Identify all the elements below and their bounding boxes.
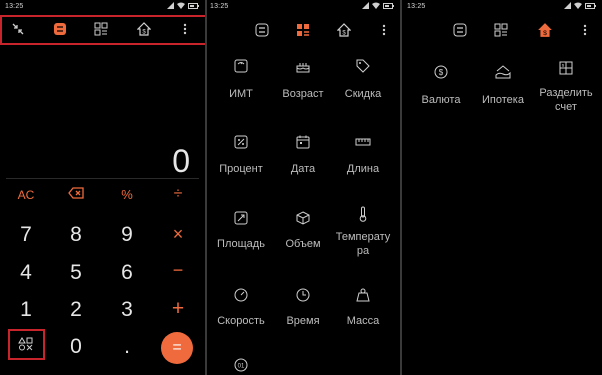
battery-icon xyxy=(383,2,394,9)
converter-label-date[interactable]: Дата xyxy=(273,163,333,175)
svg-text:$: $ xyxy=(543,30,547,37)
area-icon[interactable] xyxy=(231,208,251,228)
signal-icon xyxy=(564,2,571,9)
scientific-toggle-highlight xyxy=(8,329,45,360)
digit-3-button[interactable]: 3 xyxy=(107,299,147,320)
status-time: 13:25 xyxy=(407,3,426,10)
digit-0-button[interactable]: 0 xyxy=(56,336,96,357)
more-menu-icon[interactable] xyxy=(576,21,594,39)
thermometer-icon[interactable] xyxy=(353,204,373,224)
wifi-icon xyxy=(177,2,185,9)
currency-icon[interactable]: $ xyxy=(431,62,451,82)
converter-label-temperature[interactable]: Температу ра xyxy=(333,230,393,258)
signal-icon xyxy=(362,2,369,9)
display-value: 0 xyxy=(172,143,190,179)
converter-label-discount[interactable]: Скидка xyxy=(333,88,393,100)
wifi-icon xyxy=(574,2,582,9)
finance-label-mortgage[interactable]: Ипотека xyxy=(473,94,533,106)
converter-label-percent[interactable]: Процент xyxy=(211,163,271,175)
converter-label-time[interactable]: Время xyxy=(273,315,333,327)
tag-icon[interactable] xyxy=(353,56,373,76)
toolbar-highlight xyxy=(0,15,205,45)
percent-button[interactable]: % xyxy=(107,188,147,201)
multiply-button[interactable]: × xyxy=(158,225,198,243)
cake-icon[interactable] xyxy=(293,56,313,76)
status-icons xyxy=(167,2,199,9)
digit-1-button[interactable]: 1 xyxy=(6,299,46,320)
calendar-icon[interactable] xyxy=(293,132,313,152)
scale-icon[interactable] xyxy=(231,56,251,76)
digit-6-button[interactable]: 6 xyxy=(107,262,147,283)
ruler-icon[interactable] xyxy=(353,132,373,152)
display-divider xyxy=(6,178,199,179)
temperature-label-line2: ра xyxy=(356,245,370,257)
decimal-button[interactable]: . xyxy=(107,336,147,357)
converter-label-mass[interactable]: Масса xyxy=(333,315,393,327)
status-icons xyxy=(564,2,596,9)
digit-9-button[interactable]: 9 xyxy=(107,224,147,245)
converter-label-volume[interactable]: Объем xyxy=(273,238,333,250)
status-time: 13:25 xyxy=(210,3,229,10)
converter-mode-icon[interactable] xyxy=(492,21,510,39)
equals-button[interactable]: = xyxy=(161,332,193,364)
cube-icon[interactable] xyxy=(293,208,313,228)
divide-button[interactable]: ÷ xyxy=(158,186,198,202)
finance-label-currency[interactable]: Валюта xyxy=(411,94,471,106)
battery-icon xyxy=(585,2,596,9)
split-bill-icon[interactable]: $ xyxy=(556,58,576,78)
finance-label-split-bill[interactable]: Разделить счет xyxy=(536,86,596,114)
converter-mode-icon[interactable] xyxy=(294,21,312,39)
converter-label-bmi[interactable]: ИМТ xyxy=(211,88,271,100)
converter-label-age[interactable]: Возраст xyxy=(273,88,333,100)
svg-text:$: $ xyxy=(439,68,444,77)
backspace-button[interactable] xyxy=(56,187,96,203)
clock-icon[interactable] xyxy=(293,285,313,305)
minus-button[interactable]: − xyxy=(158,261,198,279)
clear-button[interactable]: AC xyxy=(6,189,46,201)
finance-mode-icon[interactable]: $ xyxy=(536,21,554,39)
digit-7-button[interactable]: 7 xyxy=(6,224,46,245)
signal-icon xyxy=(167,2,174,9)
equals-label: = xyxy=(172,339,182,356)
digit-5-button[interactable]: 5 xyxy=(56,262,96,283)
finance-mode-icon[interactable]: $ xyxy=(335,21,353,39)
speedometer-icon[interactable] xyxy=(231,285,251,305)
svg-text:$: $ xyxy=(562,63,565,68)
plus-button[interactable]: + xyxy=(158,298,198,319)
svg-text:01: 01 xyxy=(238,364,245,370)
backspace-icon xyxy=(68,187,84,199)
calculator-panel: 13:25 $ 0 AC % ÷ 7 8 9 × 4 5 6 − 1 2 3 + xyxy=(0,0,205,375)
weight-icon[interactable] xyxy=(353,285,373,305)
converter-label-area[interactable]: Площадь xyxy=(211,238,271,250)
split-bill-label-line2: счет xyxy=(555,101,577,113)
mortgage-icon[interactable] xyxy=(493,62,513,82)
status-time: 13:25 xyxy=(5,3,24,10)
more-menu-icon[interactable] xyxy=(375,21,393,39)
converter-label-speed[interactable]: Скорость xyxy=(211,315,271,327)
digit-8-button[interactable]: 8 xyxy=(56,224,96,245)
numeral-system-icon[interactable]: 01 xyxy=(231,355,251,375)
temperature-label-line1: Температу xyxy=(335,231,391,243)
split-bill-label-line1: Разделить xyxy=(539,87,593,99)
calculator-mode-icon[interactable] xyxy=(451,21,469,39)
status-icons xyxy=(362,2,394,9)
converter-panel: 13:25 $ ИМТ Возраст Скидка Процент Дата … xyxy=(207,0,400,375)
converter-label-length[interactable]: Длина xyxy=(333,163,393,175)
battery-icon xyxy=(188,2,199,9)
percent-icon[interactable] xyxy=(231,132,251,152)
calculator-mode-icon[interactable] xyxy=(253,21,271,39)
wifi-icon xyxy=(372,2,380,9)
finance-panel: 13:25 $ $ Валюта Ипотека $ Разделить сче… xyxy=(402,0,602,375)
digit-4-button[interactable]: 4 xyxy=(6,262,46,283)
digit-2-button[interactable]: 2 xyxy=(56,299,96,320)
